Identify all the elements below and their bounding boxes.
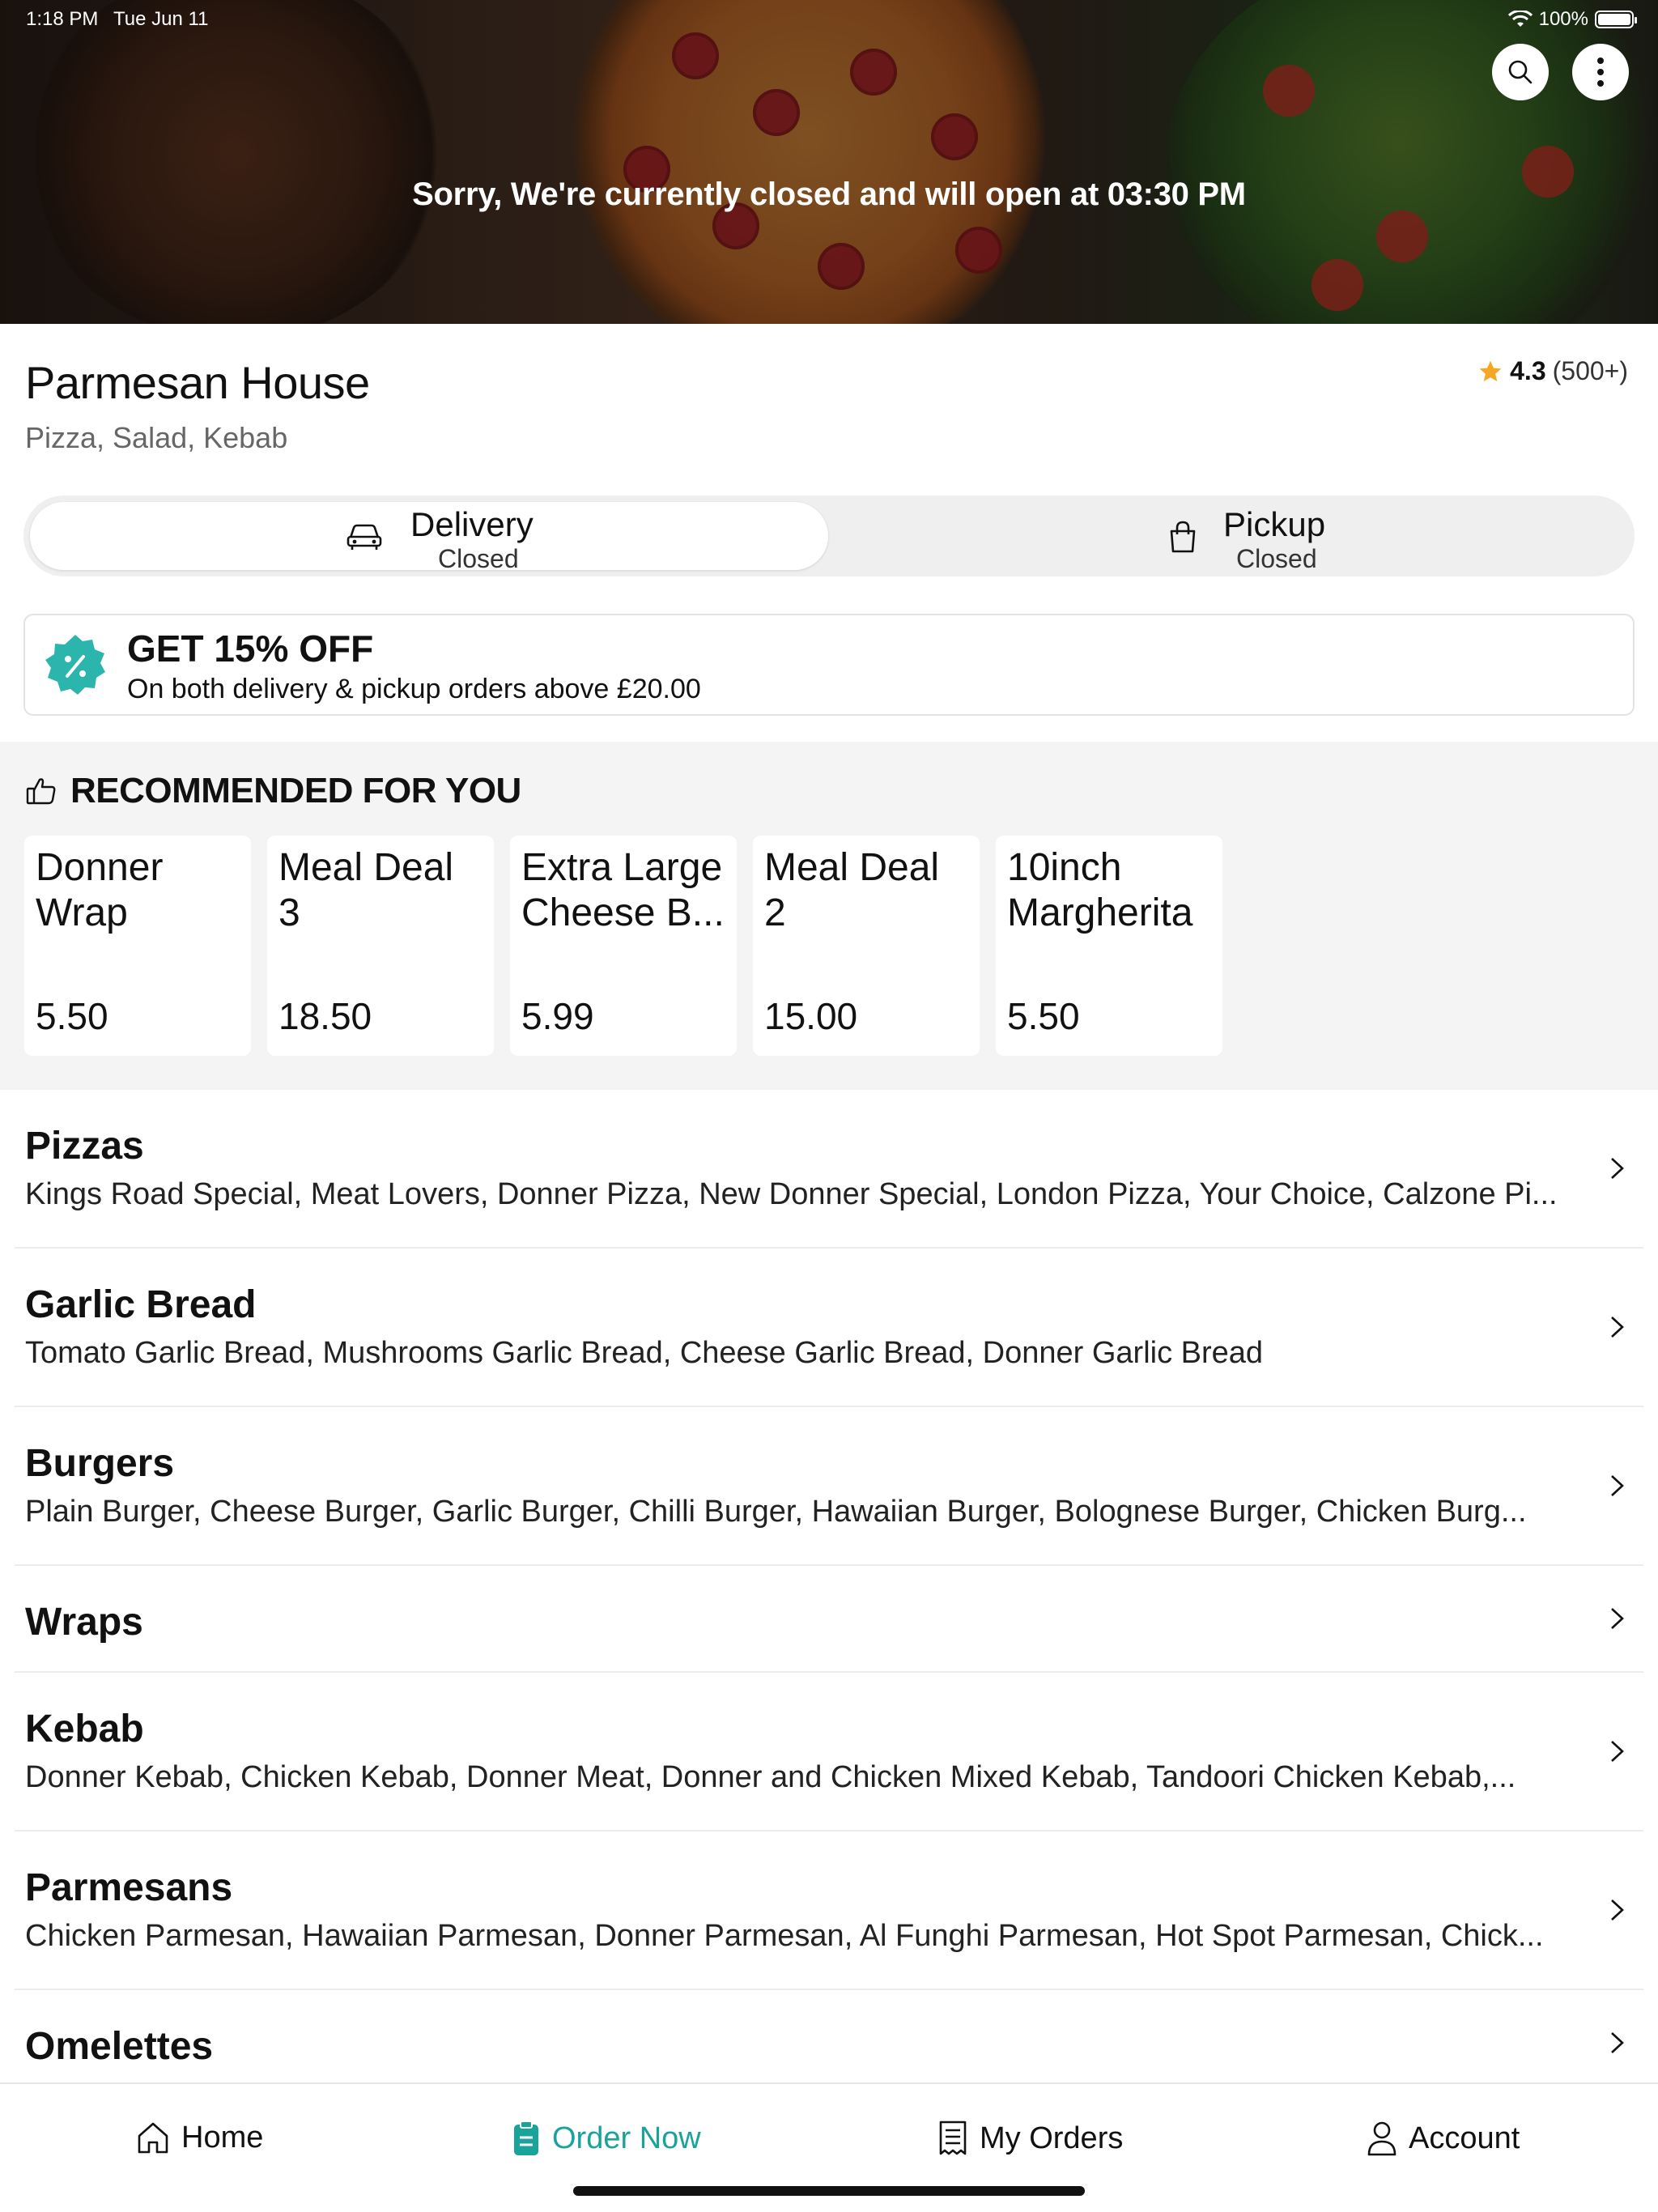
recommended-item-price: 18.50 (278, 995, 372, 1037)
recommended-item[interactable]: Meal Deal 2 15.00 (753, 836, 980, 1056)
recommended-item[interactable]: Extra Large Cheese B... 5.99 (510, 836, 737, 1056)
recommended-heading: RECOMMENDED FOR YOU (70, 771, 521, 810)
nav-account-label: Account (1409, 2121, 1520, 2155)
chevron-right-icon (1611, 1475, 1624, 1496)
nav-my-orders[interactable]: My Orders (937, 2120, 1123, 2157)
restaurant-name: Parmesan House (25, 357, 370, 408)
search-icon (1508, 60, 1533, 84)
wifi-icon (1507, 11, 1533, 27)
offer-title: GET 15% OFF (127, 627, 374, 670)
recommended-item-price: 5.50 (36, 995, 108, 1037)
delivery-status: Closed (438, 544, 519, 573)
recommended-item-price: 15.00 (764, 995, 858, 1037)
menu-category-list: Pizzas Kings Road Special, Meat Lovers, … (0, 1090, 1658, 2097)
closed-message: Sorry, We're currently closed and will o… (412, 177, 1246, 212)
status-bar: 1:18 PM Tue Jun 11 100% (0, 0, 1658, 39)
rating-count: (500+) (1552, 356, 1628, 385)
recommended-item[interactable]: Meal Deal 3 18.50 (267, 836, 494, 1056)
category-title: Wraps (25, 1601, 143, 1644)
category-title: Burgers (25, 1442, 175, 1485)
car-icon (346, 524, 382, 550)
category-row-kebab[interactable]: Kebab Donner Kebab, Chicken Kebab, Donne… (15, 1673, 1643, 1831)
delivery-option[interactable]: Delivery Closed (30, 502, 828, 573)
hero-banner: 1:18 PM Tue Jun 11 100% Sorry, We're cur… (0, 0, 1658, 324)
recommended-item-name: 10inch Margherita (1007, 846, 1193, 934)
nav-order-now-label: Order Now (552, 2121, 701, 2155)
nav-home-label: Home (181, 2120, 264, 2155)
category-title: Parmesans (25, 1866, 233, 1909)
chevron-right-icon (1611, 1608, 1624, 1629)
recommended-item[interactable]: Donner Wrap 5.50 (24, 836, 251, 1056)
rating[interactable]: 4.3 (500+) (1477, 356, 1628, 386)
nav-my-orders-label: My Orders (980, 2121, 1124, 2155)
category-items: Kings Road Special, Meat Lovers, Donner … (25, 1177, 1558, 1211)
status-date: Tue Jun 11 (113, 8, 209, 30)
recommended-item-name: Extra Large Cheese B... (521, 846, 725, 934)
nav-order-now[interactable]: Order Now (512, 2120, 701, 2157)
chevron-right-icon (1611, 1317, 1624, 1338)
recommended-item-name: Donner Wrap (36, 846, 164, 934)
category-items: Chicken Parmesan, Hawaiian Parmesan, Don… (25, 1919, 1544, 1953)
recommended-item-price: 5.50 (1007, 995, 1080, 1037)
recommended-item[interactable]: 10inch Margherita 5.50 (996, 836, 1222, 1056)
recommended-item-name: Meal Deal 3 (278, 846, 454, 934)
chevron-right-icon (1611, 1158, 1624, 1179)
nav-account[interactable]: Account (1367, 2120, 1520, 2157)
star-icon (1479, 360, 1502, 381)
chevron-right-icon (1611, 2032, 1624, 2053)
rating-value: 4.3 (1510, 356, 1546, 385)
category-row-parmesans[interactable]: Parmesans Chicken Parmesan, Hawaiian Par… (15, 1831, 1643, 1990)
category-title: Omelettes (25, 2025, 214, 2068)
pickup-label: Pickup (1223, 505, 1326, 543)
category-row-wraps[interactable]: Wraps (15, 1566, 1643, 1673)
category-items: Donner Kebab, Chicken Kebab, Donner Meat… (25, 1760, 1516, 1794)
discount-badge-icon (45, 635, 105, 695)
pickup-option[interactable]: Pickup Closed (830, 502, 1628, 573)
category-items: Tomato Garlic Bread, Mushrooms Garlic Br… (25, 1336, 1264, 1370)
home-indicator[interactable] (573, 2186, 1085, 2196)
search-button[interactable] (1492, 44, 1549, 100)
nav-home[interactable]: Home (136, 2120, 263, 2155)
more-options-button[interactable] (1572, 44, 1629, 100)
delivery-label: Delivery (410, 505, 534, 543)
category-title: Pizzas (25, 1125, 144, 1168)
category-row-pizzas[interactable]: Pizzas Kings Road Special, Meat Lovers, … (15, 1090, 1643, 1249)
battery-icon (1595, 11, 1637, 28)
category-title: Garlic Bread (25, 1283, 257, 1326)
recommended-item-name: Meal Deal 2 (764, 846, 940, 934)
receipt-icon (939, 2121, 967, 2155)
pickup-status: Closed (1236, 544, 1317, 573)
category-title: Kebab (25, 1708, 144, 1750)
category-row-burgers[interactable]: Burgers Plain Burger, Cheese Burger, Gar… (15, 1407, 1643, 1566)
chevron-right-icon (1611, 1741, 1624, 1762)
category-row-omelettes[interactable]: Omelettes (15, 1990, 1643, 2097)
order-icon (514, 2121, 538, 2155)
offer-banner[interactable]: GET 15% OFF On both delivery & pickup or… (23, 614, 1635, 716)
restaurant-cuisine: Pizza, Salad, Kebab (25, 421, 288, 454)
battery-percent: 100% (1538, 8, 1588, 30)
shopping-bag-icon (1170, 521, 1196, 553)
status-time: 1:18 PM (26, 8, 99, 30)
chevron-right-icon (1611, 1899, 1624, 1921)
category-row-garlic-bread[interactable]: Garlic Bread Tomato Garlic Bread, Mushro… (15, 1249, 1643, 1407)
offer-description: On both delivery & pickup orders above £… (127, 674, 701, 704)
recommended-section: RECOMMENDED FOR YOU Donner Wrap 5.50 Mea… (0, 742, 1658, 1090)
recommended-item-price: 5.99 (521, 995, 594, 1037)
user-icon (1367, 2121, 1397, 2156)
thumbs-up-icon (26, 778, 56, 805)
more-vertical-icon (1597, 57, 1604, 87)
category-items: Plain Burger, Cheese Burger, Garlic Burg… (25, 1495, 1527, 1529)
order-mode-toggle: Delivery Closed Pickup Closed (23, 496, 1635, 576)
home-icon (138, 2122, 168, 2154)
